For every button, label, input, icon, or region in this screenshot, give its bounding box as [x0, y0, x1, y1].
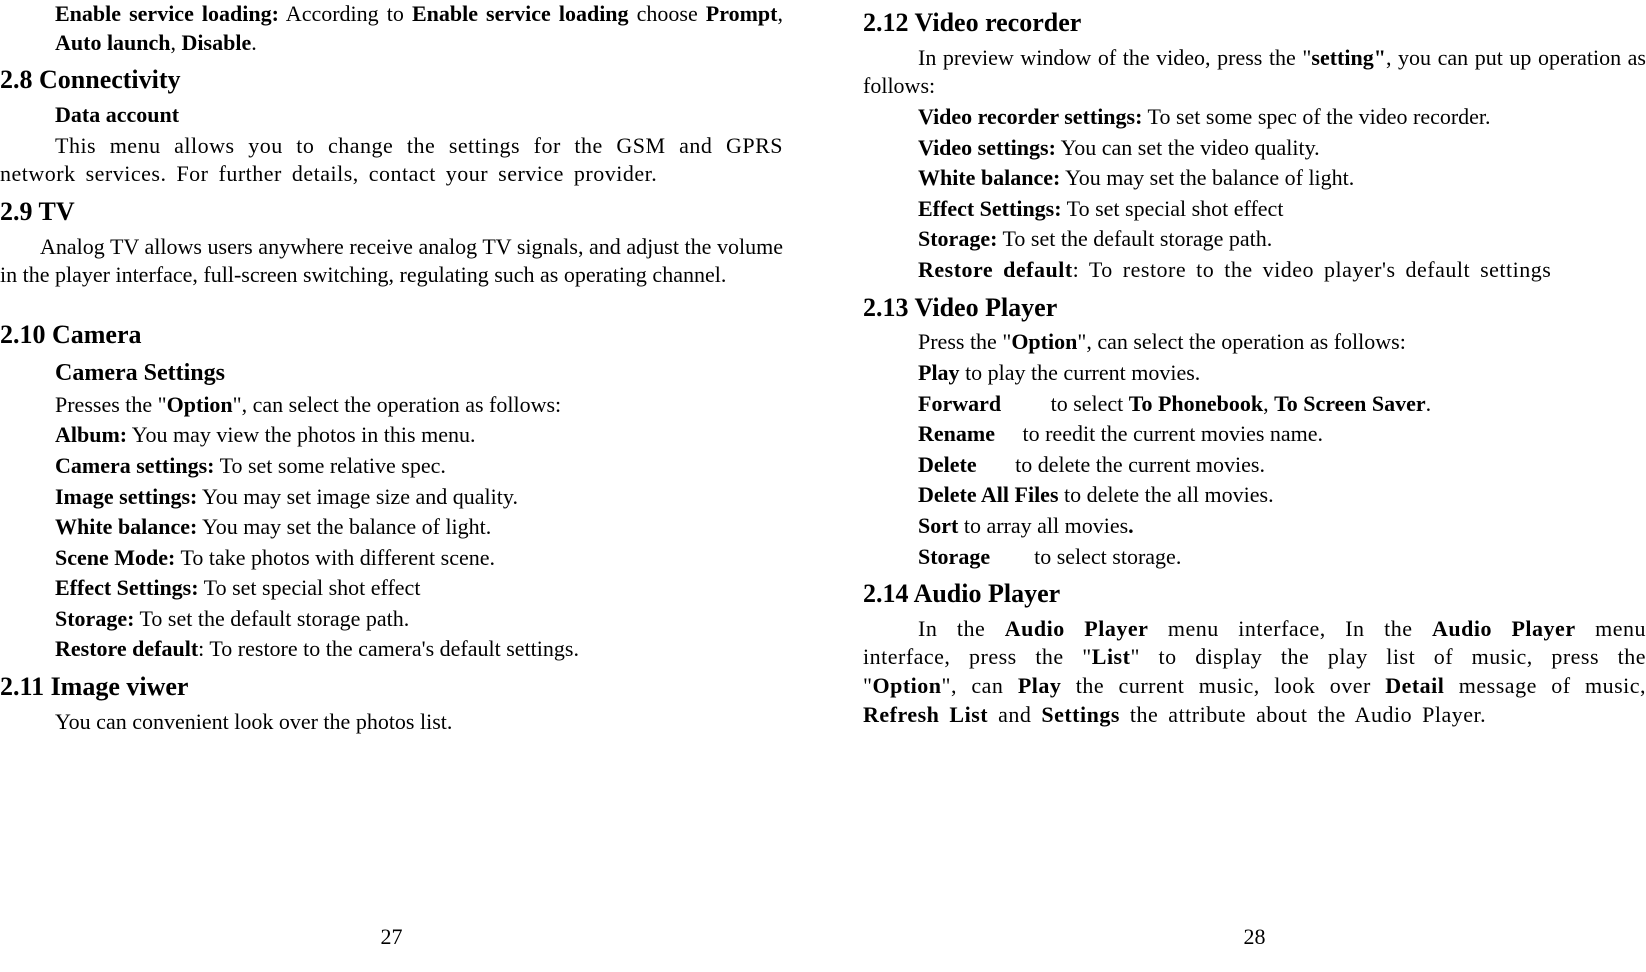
camera-intro: Presses the "Option", can select the ope…	[55, 391, 783, 420]
heading-2-12: 2.12 Video recorder	[863, 6, 1646, 40]
heading-2-8: 2.8 Connectivity	[0, 63, 783, 97]
heading-2-13: 2.13 Video Player	[863, 291, 1646, 325]
tv-body: Analog TV allows users anywhere receive …	[0, 233, 783, 290]
rename-line: Rename to reedit the current movies name…	[918, 420, 1646, 449]
storage-line: Storage: To set the default storage path…	[55, 605, 783, 634]
page-right-content: 2.12 Video recorder In preview window of…	[863, 0, 1646, 913]
video-player-intro: Press the "Option", can select the opera…	[918, 328, 1646, 357]
data-account-head: Data account	[55, 101, 783, 130]
service-loading-line: Enable service loading: According to Ena…	[55, 0, 783, 57]
heading-2-9: 2.9 TV	[0, 195, 783, 229]
camera-settings-head: Camera Settings	[55, 358, 783, 389]
video-effect-line: Effect Settings: To set special shot eff…	[918, 195, 1646, 224]
effect-settings-line: Effect Settings: To set special shot eff…	[55, 574, 783, 603]
scene-mode-line: Scene Mode: To take photos with differen…	[55, 544, 783, 573]
delete-all-line: Delete All Files to delete the all movie…	[918, 481, 1646, 510]
video-recorder-intro: In preview window of the video, press th…	[863, 44, 1646, 101]
album-line: Album: You may view the photos in this m…	[55, 421, 783, 450]
page-number-right: 28	[863, 913, 1646, 972]
video-white-balance-line: White balance: You may set the balance o…	[918, 164, 1646, 193]
heading-2-11: 2.11 Image viwer	[0, 670, 783, 704]
camera-settings-line: Camera settings: To set some relative sp…	[55, 452, 783, 481]
page-number-left: 27	[0, 913, 783, 972]
sort-line: Sort to array all movies.	[918, 512, 1646, 541]
image-settings-line: Image settings: You may set image size a…	[55, 483, 783, 512]
image-viewer-body: You can convenient look over the photos …	[55, 708, 783, 737]
forward-line: Forward to select To Phonebook, To Scree…	[918, 390, 1646, 419]
restore-default-line: Restore default: To restore to the camer…	[55, 635, 783, 664]
delete-line: Delete to delete the current movies.	[918, 451, 1646, 480]
white-balance-line: White balance: You may set the balance o…	[55, 513, 783, 542]
video-recorder-settings-line: Video recorder settings: To set some spe…	[863, 103, 1646, 132]
page-right: 2.12 Video recorder In preview window of…	[823, 0, 1646, 972]
video-settings-line: Video settings: You can set the video qu…	[918, 134, 1646, 163]
heading-2-10: 2.10 Camera	[0, 318, 783, 352]
service-loading-b1: Enable service loading:	[55, 1, 279, 26]
video-storage-line: Storage: To set the default storage path…	[918, 225, 1646, 254]
audio-player-body: In the Audio Player menu interface, In t…	[863, 615, 1646, 729]
page-left-content: Enable service loading: According to Ena…	[0, 0, 783, 913]
video-player-storage-line: Storage to select storage.	[918, 543, 1646, 572]
data-account-body: This menu allows you to change the setti…	[0, 132, 783, 189]
video-restore-line: Restore default: To restore to the video…	[863, 256, 1646, 285]
heading-2-14: 2.14 Audio Player	[863, 577, 1646, 611]
page-left: Enable service loading: According to Ena…	[0, 0, 823, 972]
play-line: Play to play the current movies.	[918, 359, 1646, 388]
